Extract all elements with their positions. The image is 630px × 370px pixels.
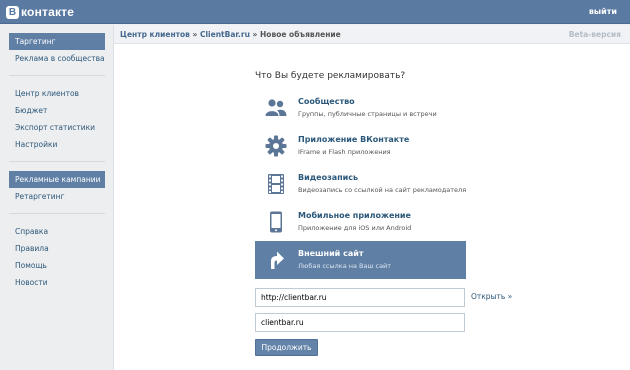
sidebar-item-targeting[interactable]: Таргетинг — [9, 33, 105, 50]
sidebar-item-settings[interactable]: Настройки — [9, 136, 105, 153]
beta-label: Beta-версия — [568, 30, 621, 39]
main-panel: Центр клиентов » ClientBar.ru » Новое об… — [113, 25, 630, 370]
option-desc: IFrame и Flash приложения — [298, 148, 391, 156]
sidebar-divider — [9, 75, 105, 76]
option-mobile-app[interactable]: Мобильное приложение Приложение для iOS … — [255, 203, 466, 241]
sidebar-item-client-center[interactable]: Центр клиентов — [9, 85, 105, 102]
sidebar: Таргетинг Реклама в сообществах Центр кл… — [9, 33, 105, 291]
open-link[interactable]: Открыть » — [471, 292, 512, 301]
option-title: Приложение ВКонтакте — [298, 135, 410, 144]
option-external-site[interactable]: Внешний сайт Любая ссылка на Ваш сайт — [255, 241, 466, 279]
top-header: В контакте выйти — [0, 0, 630, 24]
sidebar-item-rules[interactable]: Правила — [9, 240, 105, 257]
option-desc: Любая ссылка на Ваш сайт — [298, 262, 392, 270]
phone-icon — [270, 211, 282, 233]
option-title: Видеозапись — [298, 173, 359, 182]
sidebar-item-retargeting[interactable]: Ретаргетинг — [9, 188, 105, 205]
option-community[interactable]: Сообщество Группы, публичные страницы и … — [255, 89, 466, 127]
breadcrumb-current: Новое объявление — [260, 30, 341, 39]
gear-icon — [265, 135, 287, 157]
breadcrumb-separator: » — [189, 30, 200, 39]
domain-input[interactable] — [255, 313, 465, 332]
logout-link[interactable]: выйти — [589, 7, 617, 16]
sidebar-item-community-ads[interactable]: Реклама в сообществах — [9, 50, 105, 67]
page-question: Что Вы будете рекламировать? — [255, 71, 406, 81]
logo-text: контакте — [21, 5, 75, 19]
option-desc: Приложение для iOS или Android — [298, 224, 412, 232]
option-title: Мобильное приложение — [298, 211, 411, 220]
breadcrumb-client[interactable]: ClientBar.ru — [200, 30, 250, 39]
logo-letter-box: В — [6, 5, 19, 19]
sidebar-item-campaigns[interactable]: Рекламные кампании — [9, 171, 105, 188]
option-title: Сообщество — [298, 97, 355, 106]
panel-header: Центр клиентов » ClientBar.ru » Новое об… — [114, 25, 630, 44]
sidebar-divider — [9, 213, 105, 214]
film-icon — [268, 174, 284, 194]
option-desc: Группы, публичные страницы и встречи — [298, 110, 437, 118]
sidebar-item-news[interactable]: Новости — [9, 274, 105, 291]
ad-type-options: Сообщество Группы, публичные страницы и … — [255, 89, 466, 279]
continue-button[interactable]: Продолжить — [255, 339, 318, 356]
vk-logo[interactable]: В контакте — [6, 4, 74, 20]
option-title: Внешний сайт — [298, 249, 364, 258]
breadcrumb-separator: » — [249, 30, 261, 39]
breadcrumb: Центр клиентов » ClientBar.ru » Новое об… — [120, 30, 341, 39]
sidebar-item-budget[interactable]: Бюджет — [9, 102, 105, 119]
sidebar-item-help-ref[interactable]: Справка — [9, 223, 105, 240]
sidebar-item-help[interactable]: Помощь — [9, 257, 105, 274]
arrow-icon — [271, 251, 284, 269]
option-video[interactable]: Видеозапись Видеозапись со ссылкой на са… — [255, 165, 466, 203]
option-desc: Видеозапись со ссылкой на сайт рекламода… — [298, 186, 467, 194]
url-input[interactable] — [255, 288, 465, 307]
sidebar-divider — [9, 161, 105, 162]
users-icon — [265, 99, 287, 116]
sidebar-item-export-stats[interactable]: Экспорт статистики — [9, 119, 105, 136]
breadcrumb-client-center[interactable]: Центр клиентов — [120, 30, 190, 39]
option-vk-app[interactable]: Приложение ВКонтакте IFrame и Flash прил… — [255, 127, 466, 165]
